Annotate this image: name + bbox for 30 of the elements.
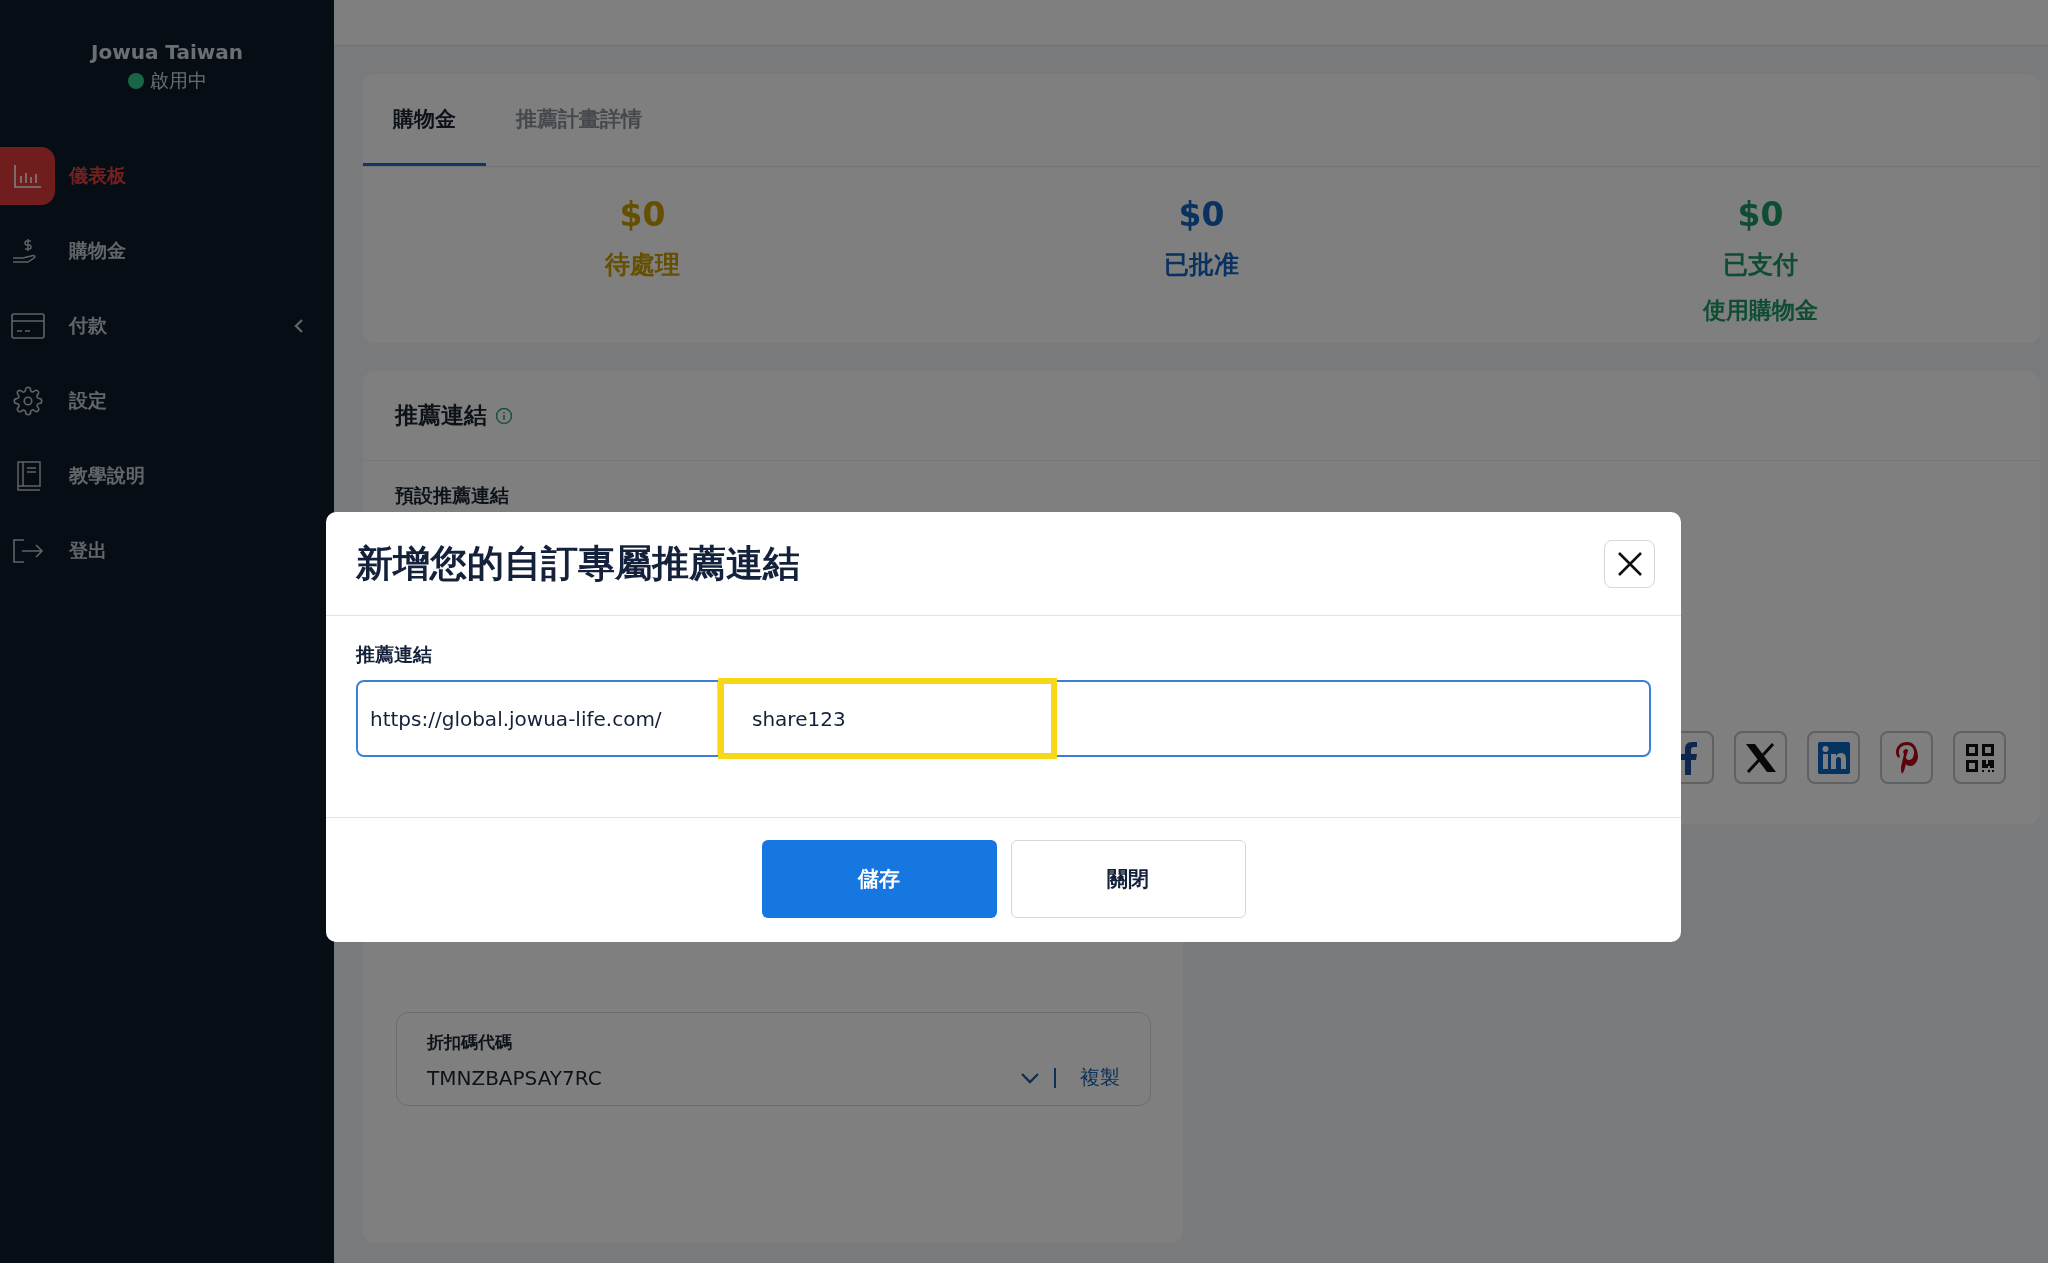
stat-amount: $0 xyxy=(1737,195,1784,234)
sidebar-item[interactable]: 付款 xyxy=(0,298,334,353)
discount-code: TMNZBAPSAY7RC xyxy=(427,1065,603,1090)
stat-sublabel: 使用購物金 xyxy=(1703,296,1818,325)
stat-amount: $0 xyxy=(619,195,666,234)
tab[interactable]: 購物金 xyxy=(363,74,486,166)
stat-amount: $0 xyxy=(1178,195,1225,234)
dialog-title: 新增您的自訂專屬推薦連結 xyxy=(356,540,800,587)
sidebar-item[interactable]: 購物金 xyxy=(0,223,334,278)
section-title: 推薦連結 xyxy=(395,401,487,430)
discount-code-field[interactable]: 折扣碼代碼 TMNZBAPSAY7RC 複製 xyxy=(396,1012,1151,1106)
sidebar-item[interactable]: 儀表板 xyxy=(0,148,334,203)
copy-link[interactable]: 複製 xyxy=(1070,1064,1120,1091)
sidebar-item[interactable]: 登出 xyxy=(0,523,334,578)
field-label: 推薦連結 xyxy=(356,642,433,667)
slug-input[interactable]: share123 xyxy=(718,678,1057,759)
close-button[interactable]: 關閉 xyxy=(1010,840,1246,918)
field-label: 折扣碼代碼 xyxy=(427,1031,513,1054)
stat-label: 已批准 xyxy=(1164,249,1239,281)
account-name: Jowua Taiwan xyxy=(91,40,243,64)
referral-link-field[interactable]: https://global.jowua-life.com/ share123 xyxy=(356,680,1651,757)
default-link-label: 預設推薦連結 xyxy=(395,483,510,508)
sidebar-item[interactable]: 設定 xyxy=(0,373,334,428)
save-button[interactable]: 儲存 xyxy=(761,840,997,918)
stat-label: 待處理 xyxy=(605,249,680,281)
tab[interactable]: 推薦計畫詳情 xyxy=(486,74,672,166)
url-prefix: https://global.jowua-life.com/ xyxy=(358,682,718,755)
account-status: 啟用中 xyxy=(127,68,207,94)
sidebar-item[interactable]: 教學說明 xyxy=(0,448,334,503)
stat-label: 已支付 xyxy=(1723,249,1798,281)
